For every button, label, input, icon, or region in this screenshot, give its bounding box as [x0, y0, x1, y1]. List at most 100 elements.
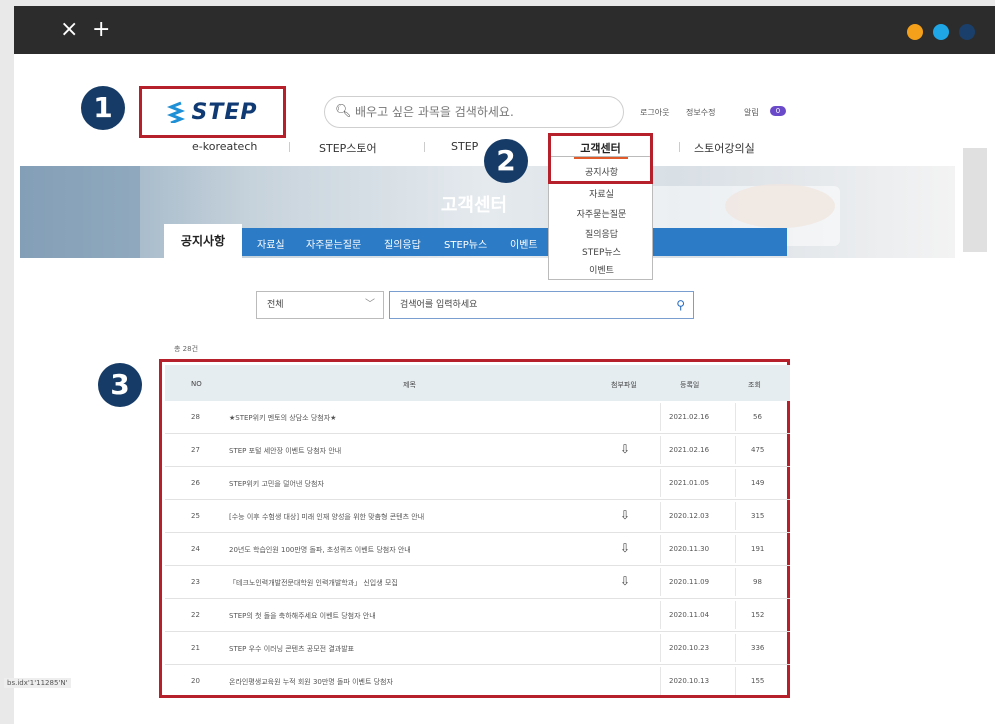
table-row[interactable]: 25 [수능 이후 수험생 대상] 미래 인재 양성을 위한 맞춤형 콘텐츠 안… — [165, 500, 790, 533]
col-header-date: 등록일 — [680, 381, 700, 389]
global-search-placeholder: 배우고 싶은 과목을 검색하세요. — [355, 105, 514, 119]
row-date: 2020.11.09 — [669, 578, 710, 586]
row-no: 28 — [191, 413, 200, 421]
attachment-icon[interactable]: ⇩ — [620, 541, 630, 555]
sublogo: e-koreatech — [192, 140, 258, 153]
row-date: 2020.10.13 — [669, 677, 710, 685]
chevron-down-icon: ﹀ — [365, 299, 375, 310]
row-views: 152 — [751, 611, 765, 619]
post-count: 총 28건 — [174, 345, 199, 353]
row-date: 2020.10.23 — [669, 644, 710, 652]
row-no: 25 — [191, 512, 200, 520]
row-views: 336 — [751, 644, 765, 652]
col-header-views: 조회 — [748, 381, 761, 389]
table-row[interactable]: 23 「테크노인력개발전문대학원 인력개발학과」 신입생 모집 ⇩ 2020.1… — [165, 566, 790, 599]
col-header-attachment: 첨부파일 — [611, 381, 637, 389]
row-no: 20 — [191, 677, 200, 685]
tab-faq[interactable]: 자주묻는질문 — [306, 236, 361, 251]
row-date: 2020.11.04 — [669, 611, 710, 619]
table-row[interactable]: 27 STEP 포털 세안장 이벤트 당첨자 안내 ⇩ 2021.02.16 4… — [165, 434, 790, 467]
new-tab-icon[interactable]: + — [92, 6, 110, 54]
nav-divider — [424, 142, 425, 152]
status-url-hint: bs.idx'1'11285'N' — [4, 678, 71, 688]
page: × + 1 STEP e-koreatech 🔍︎ 배우고 싶은 과목을 검색하… — [14, 6, 995, 724]
row-views: 98 — [753, 578, 762, 586]
table-row[interactable]: 22 STEP의 첫 돌을 축하해주세요 이벤트 당첨자 안내 2020.11.… — [165, 599, 790, 632]
table-header: NO 제목 첨부파일 등록일 조회 — [165, 365, 790, 401]
nav-step-store[interactable]: STEP스토어 — [319, 140, 377, 156]
row-views: 315 — [751, 512, 765, 520]
notice-table-highlight: NO 제목 첨부파일 등록일 조회 28 ★STEP위키 멘토의 상담소 당첨자… — [159, 359, 790, 698]
window-dot-blue[interactable] — [933, 24, 949, 40]
row-title[interactable]: STEP위키 고민을 덜어낸 당첨자 — [229, 479, 324, 489]
table-row[interactable]: 20 온라인평생교육원 누적 회원 30만명 돌파 이벤트 당첨자 2020.1… — [165, 665, 790, 698]
table-row[interactable]: 24 20년도 학습인원 100만명 돌파, 초성퀴즈 이벤트 당첨자 안내 ⇩… — [165, 533, 790, 566]
dropdown-item-step-news[interactable]: STEP뉴스 — [549, 245, 654, 258]
tab-resources[interactable]: 자료실 — [257, 236, 285, 251]
callout-badge-2: 2 — [484, 139, 528, 183]
row-title[interactable]: STEP 우수 이러닝 콘텐츠 공모전 결과발표 — [229, 644, 354, 654]
table-row[interactable]: 26 STEP위키 고민을 덜어낸 당첨자 2021.01.05 149 — [165, 467, 790, 500]
dropdown-item-resources[interactable]: 자료실 — [549, 187, 654, 200]
row-title[interactable]: 「테크노인력개발전문대학원 인력개발학과」 신입생 모집 — [229, 578, 398, 588]
logo: STEP — [191, 99, 258, 125]
table-row[interactable]: 21 STEP 우수 이러닝 콘텐츠 공모전 결과발표 2020.10.23 3… — [165, 632, 790, 665]
row-title[interactable]: [수능 이후 수험생 대상] 미래 인재 양성을 위한 맞춤형 콘텐츠 안내 — [229, 512, 424, 522]
row-no: 24 — [191, 545, 200, 553]
dropdown-item-qna[interactable]: 질의응답 — [549, 227, 654, 240]
tab-notice[interactable]: 공지사항 — [164, 224, 242, 258]
row-date: 2021.02.16 — [669, 446, 710, 454]
logout-link[interactable]: 로그아웃 — [640, 107, 669, 118]
row-date: 2020.11.30 — [669, 545, 710, 553]
side-scroll-panel[interactable] — [963, 148, 987, 252]
col-header-title: 제목 — [403, 381, 416, 389]
attachment-icon[interactable]: ⇩ — [620, 442, 630, 456]
row-views: 155 — [751, 677, 765, 685]
banner-title: 고객센터 — [440, 195, 508, 216]
row-title[interactable]: 20년도 학습인원 100만명 돌파, 초성퀴즈 이벤트 당첨자 안내 — [229, 545, 411, 555]
logo-mark-icon — [167, 101, 186, 123]
row-no: 26 — [191, 479, 200, 487]
callout-badge-3: 3 — [98, 363, 142, 407]
global-search-input[interactable]: 🔍︎ 배우고 싶은 과목을 검색하세요. — [324, 96, 624, 128]
row-no: 21 — [191, 644, 200, 652]
row-no: 22 — [191, 611, 200, 619]
notification-count-badge: 0 — [770, 106, 786, 116]
row-date: 2021.02.16 — [669, 413, 710, 421]
notice-search-input[interactable]: 검색어를 입력하세요 ⚲ — [389, 291, 694, 319]
nav-step[interactable]: STEP — [451, 140, 478, 153]
window-dot-orange[interactable] — [907, 24, 923, 40]
col-header-no: NO — [191, 380, 202, 388]
dropdown-item-faq[interactable]: 자주묻는질문 — [549, 207, 654, 220]
attachment-icon[interactable]: ⇩ — [620, 574, 630, 588]
tab-qna[interactable]: 질의응답 — [384, 236, 421, 251]
edit-profile-link[interactable]: 정보수정 — [686, 107, 715, 118]
row-title[interactable]: ★STEP위키 멘토의 상담소 당첨자★ — [229, 413, 336, 423]
nav-store-classroom[interactable]: 스토어강의실 — [694, 140, 755, 156]
tab-step-news[interactable]: STEP뉴스 — [444, 236, 487, 251]
row-title[interactable]: 온라인평생교육원 누적 회원 30만명 돌파 이벤트 당첨자 — [229, 677, 393, 687]
close-tab-icon[interactable]: × — [60, 6, 78, 54]
row-date: 2020.12.03 — [669, 512, 710, 520]
row-views: 475 — [751, 446, 765, 454]
row-no: 27 — [191, 446, 200, 454]
window-dot-navy[interactable] — [959, 24, 975, 40]
tab-event[interactable]: 이벤트 — [510, 236, 538, 251]
logo-highlight[interactable]: STEP — [139, 86, 286, 138]
category-select-value: 전체 — [267, 300, 284, 310]
row-title[interactable]: STEP의 첫 돌을 축하해주세요 이벤트 당첨자 안내 — [229, 611, 376, 621]
attachment-icon[interactable]: ⇩ — [620, 508, 630, 522]
row-title[interactable]: STEP 포털 세안장 이벤트 당첨자 안내 — [229, 446, 341, 456]
nav-divider — [289, 142, 290, 152]
category-select[interactable]: 전체 ﹀ — [256, 291, 384, 319]
browser-titlebar: × + — [14, 6, 995, 54]
row-views: 56 — [753, 413, 762, 421]
row-views: 149 — [751, 479, 765, 487]
table-row[interactable]: 28 ★STEP위키 멘토의 상담소 당첨자★ 2021.02.16 56 — [165, 401, 790, 434]
notice-search-placeholder: 검색어를 입력하세요 — [400, 300, 478, 310]
search-icon: 🔍︎ — [335, 104, 352, 119]
search-icon[interactable]: ⚲ — [676, 292, 685, 318]
row-no: 23 — [191, 578, 200, 586]
notification-link[interactable]: 알림 — [744, 107, 759, 118]
dropdown-item-event[interactable]: 이벤트 — [549, 263, 654, 276]
